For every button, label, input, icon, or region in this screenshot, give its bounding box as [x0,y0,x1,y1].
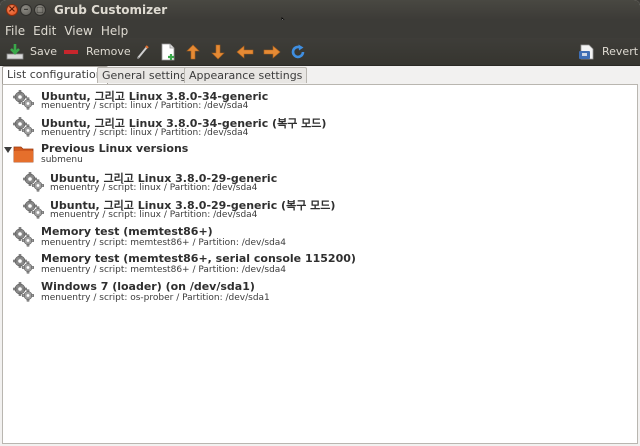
toolbar: Save Remove Revert [0,38,640,66]
entry-details: menuentry / script: memtest86+ / Partiti… [41,265,287,275]
entry-details: menuentry / script: linux / Partition: /… [41,101,249,111]
window-title: Grub Customizer [54,3,168,17]
move-down-button[interactable] [210,41,226,62]
expander-arrow-icon[interactable] [4,146,12,154]
entry-details: menuentry / script: linux / Partition: /… [41,128,249,138]
save-button[interactable]: Save [6,41,57,62]
entry-title: Windows 7 (loader) (on /dev/sda1) [41,280,255,293]
gear-icon [23,199,45,219]
entry-details: menuentry / script: linux / Partition: /… [50,210,258,220]
gear-icon [13,227,35,247]
save-icon [6,43,24,59]
entry-details: menuentry / script: os-prober / Partitio… [41,293,270,303]
arrow-left-icon [236,44,254,59]
maximize-window-button[interactable]: □ [34,4,46,16]
menu-bar: File Edit View Help [0,20,640,38]
list-item[interactable]: Ubuntu, 그리고 Linux 3.8.0-29-generic (복구 모… [3,195,637,222]
refresh-button[interactable] [290,41,306,62]
move-up-button[interactable] [185,41,201,62]
maximize-icon: □ [36,5,44,14]
save-label: Save [30,45,58,58]
revert-button[interactable]: Revert [578,41,638,62]
gear-icon [13,90,35,110]
minimize-icon: – [23,4,29,15]
entry-details: menuentry / script: memtest86+ / Partiti… [41,238,287,248]
arrow-up-icon [186,44,200,59]
refresh-icon [291,44,305,58]
tab-general-settings[interactable]: General settings [97,67,198,83]
rename-button[interactable] [135,41,151,62]
entry-title: Memory test (memtest86+) [41,225,213,238]
arrow-down-icon [211,44,225,59]
move-right-button[interactable] [263,41,281,62]
entry-title: Previous Linux versions [41,142,189,155]
gear-icon [13,254,35,274]
entry-title: Memory test (memtest86+, serial console … [41,252,356,265]
list-item[interactable]: Ubuntu, 그리고 Linux 3.8.0-29-generic menue… [3,168,637,195]
list-item[interactable]: Windows 7 (loader) (on /dev/sda1) menuen… [3,278,637,305]
close-window-button[interactable]: × [6,4,18,16]
remove-button[interactable]: Remove [63,41,131,62]
gear-icon [13,282,35,302]
remove-icon [64,49,78,54]
edit-icon [137,44,149,59]
gear-icon [13,117,35,137]
list-item[interactable]: Ubuntu, 그리고 Linux 3.8.0-34-generic menue… [3,86,637,113]
gear-icon [23,172,45,192]
move-left-button[interactable] [236,41,254,62]
entry-list: Ubuntu, 그리고 Linux 3.8.0-34-generic menue… [2,84,638,444]
close-icon: × [7,4,17,15]
list-item[interactable]: Memory test (memtest86+) menuentry / scr… [3,223,637,250]
folder-icon [13,146,34,163]
remove-label: Remove [86,45,131,58]
new-document-icon [161,43,175,60]
revert-icon [579,44,594,59]
minimize-window-button[interactable]: – [20,4,32,16]
revert-label: Revert [602,45,639,58]
new-entry-button[interactable] [160,41,176,62]
entry-details: submenu [41,155,83,165]
tab-bar: List configuration General settings Appe… [0,66,640,84]
arrow-right-icon [263,44,281,59]
tab-list-configuration[interactable]: List configuration [2,66,108,84]
tab-appearance-settings[interactable]: Appearance settings [184,67,308,83]
app-window: × – □ Grub Customizer File Edit View Help S… [0,0,640,446]
entry-details: menuentry / script: linux / Partition: /… [50,183,258,193]
title-bar: × – □ Grub Customizer [0,0,640,20]
list-item[interactable]: Ubuntu, 그리고 Linux 3.8.0-34-generic (복구 모… [3,113,637,140]
list-item[interactable]: Memory test (memtest86+, serial console … [3,250,637,277]
submenu-item[interactable]: Previous Linux versions submenu [3,140,637,167]
